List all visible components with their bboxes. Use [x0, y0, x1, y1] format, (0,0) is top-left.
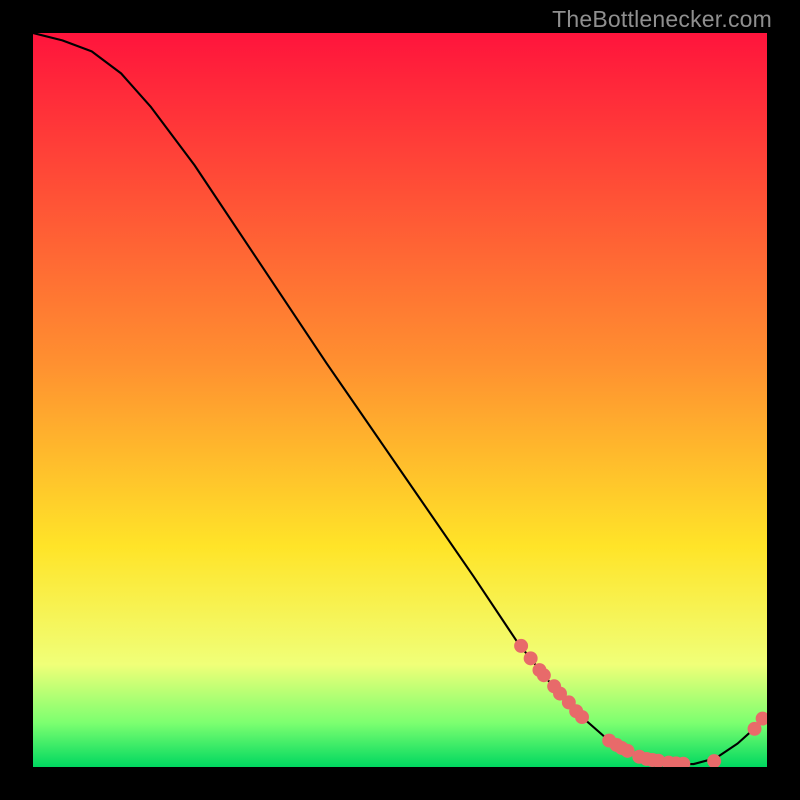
data-point [537, 668, 551, 682]
data-point [524, 651, 538, 665]
data-point [514, 639, 528, 653]
watermark-label: TheBottlenecker.com [552, 6, 772, 33]
gradient-background [33, 33, 767, 767]
data-point [575, 710, 589, 724]
bottleneck-chart [33, 33, 767, 767]
chart-stage: TheBottlenecker.com [0, 0, 800, 800]
